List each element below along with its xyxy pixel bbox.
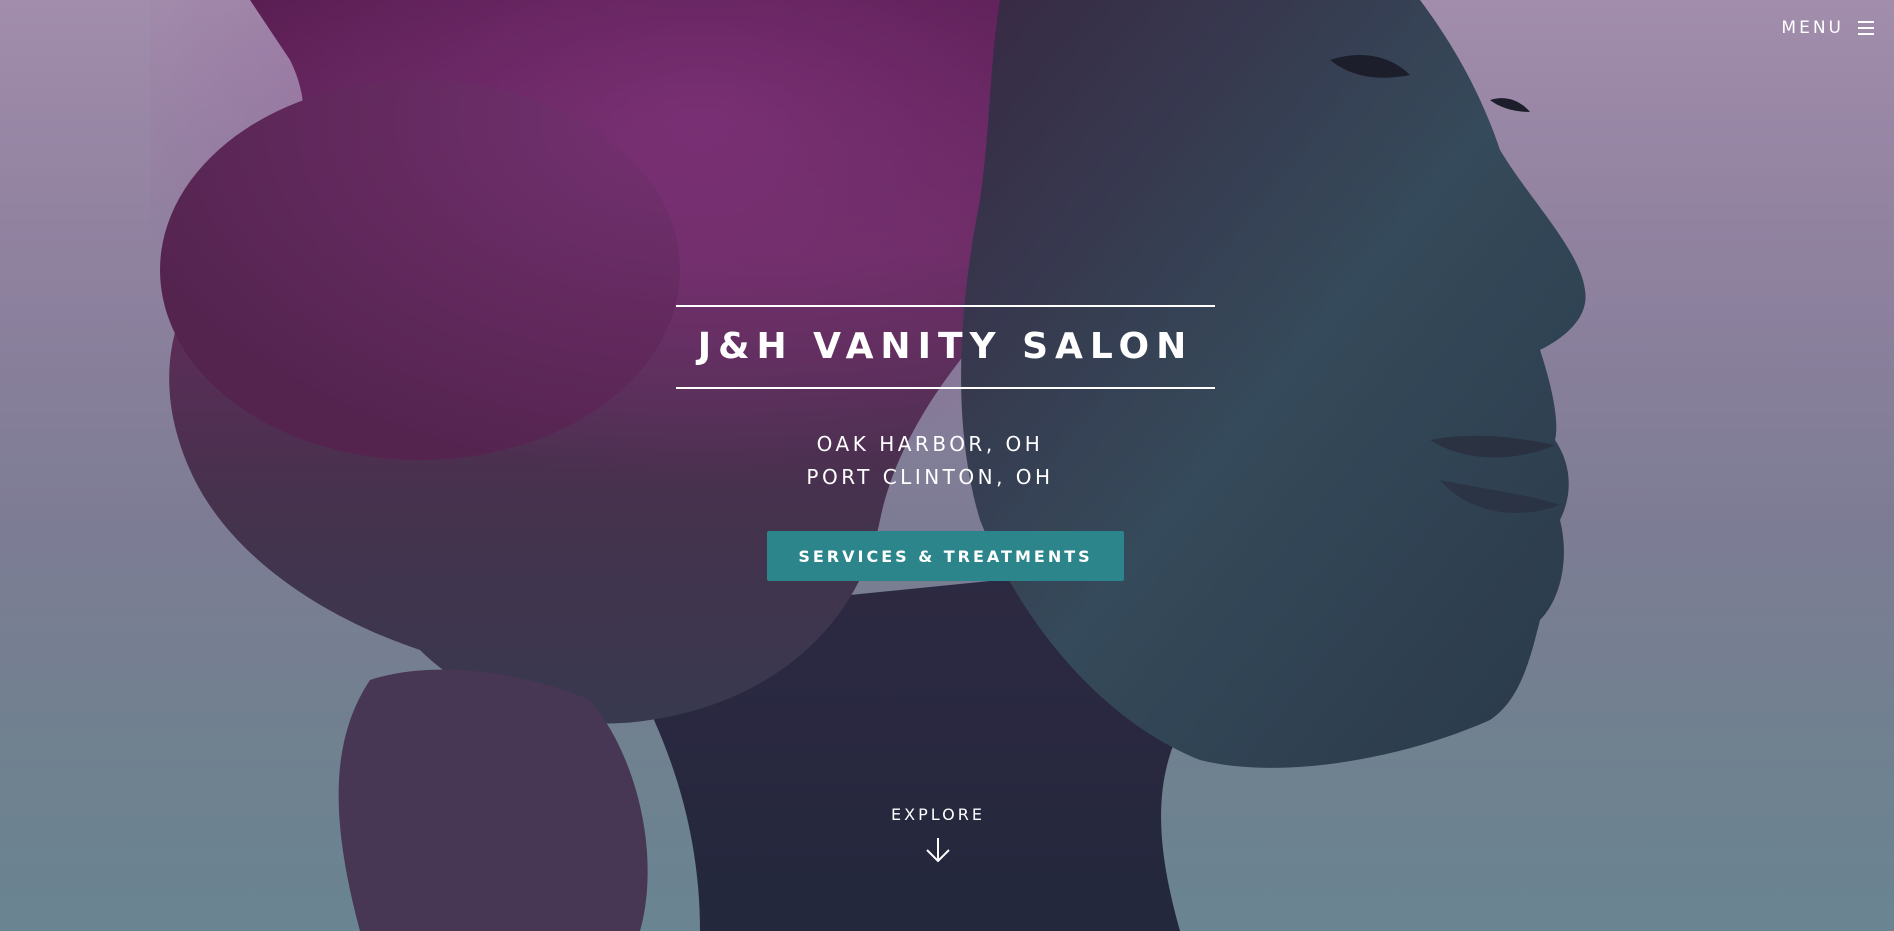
menu-label: MENU (1781, 18, 1844, 38)
location-oak-harbor: OAK HARBOR, OH (816, 432, 1044, 456)
hero-section: MENU J&H VANITY SALON OAK HARBOR, OH POR… (0, 0, 1894, 931)
location-port-clinton: PORT CLINTON, OH (806, 465, 1054, 489)
site-title: J&H VANITY SALON (697, 326, 1194, 367)
services-treatments-button[interactable]: SERVICES & TREATMENTS (767, 531, 1124, 581)
arrow-down-icon (926, 838, 950, 863)
hamburger-icon (1858, 21, 1874, 35)
site-title-block: J&H VANITY SALON (676, 305, 1215, 389)
locations: OAK HARBOR, OH PORT CLINTON, OH (700, 428, 1160, 494)
menu-button[interactable]: MENU (1781, 18, 1874, 38)
title-bottom-rule (676, 387, 1215, 389)
explore-label: EXPLORE (891, 805, 985, 824)
explore-link[interactable]: EXPLORE (838, 805, 1038, 864)
